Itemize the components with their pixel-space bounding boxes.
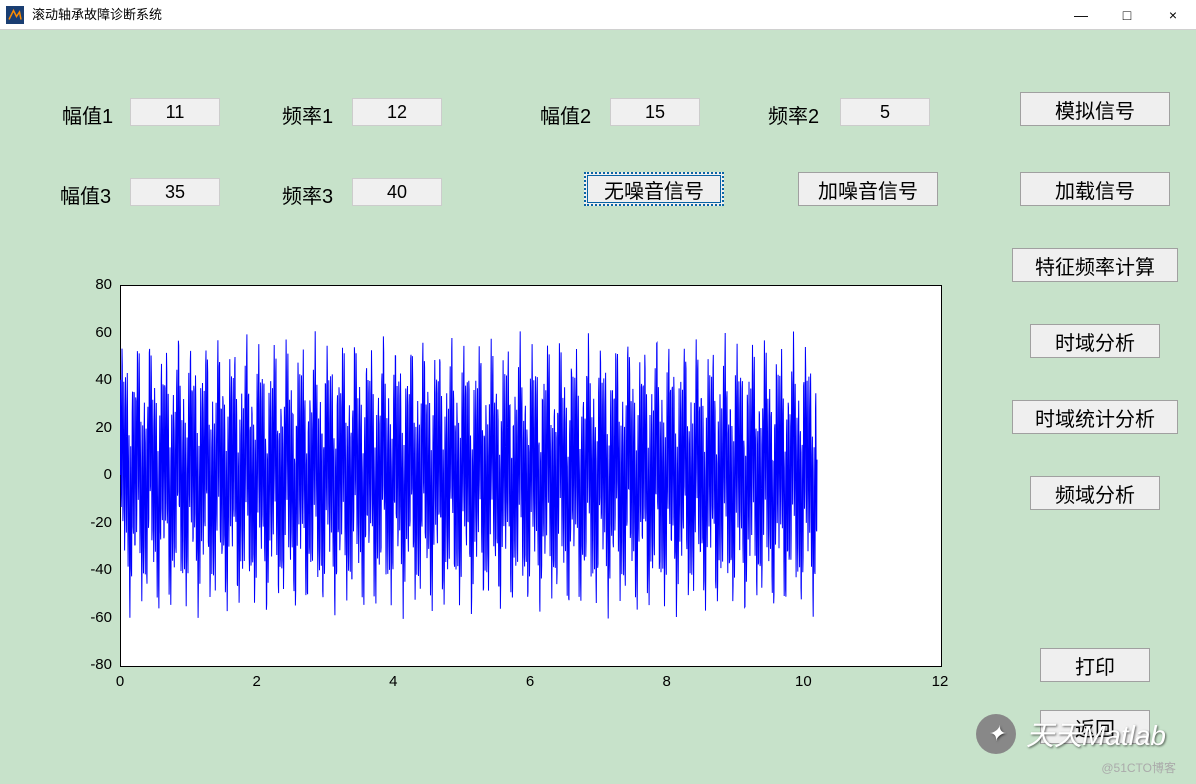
no-noise-button[interactable]: 无噪音信号 <box>584 172 724 206</box>
y-tick: -80 <box>60 656 112 673</box>
x-tick: 4 <box>378 673 408 690</box>
freq3-input[interactable] <box>352 178 442 206</box>
close-button[interactable]: × <box>1150 0 1196 30</box>
footer-watermark: @51CTO博客 <box>1101 759 1176 776</box>
load-button[interactable]: 加载信号 <box>1020 172 1170 206</box>
matlab-icon <box>6 6 24 24</box>
time-analysis-button[interactable]: 时域分析 <box>1030 324 1160 358</box>
add-noise-button[interactable]: 加噪音信号 <box>798 172 938 206</box>
freq1-label: 频率1 <box>282 100 333 129</box>
x-tick: 0 <box>105 673 135 690</box>
freq-analysis-button[interactable]: 频域分析 <box>1030 476 1160 510</box>
print-button[interactable]: 打印 <box>1040 648 1150 682</box>
y-tick: 60 <box>60 324 112 341</box>
minimize-button[interactable]: — <box>1058 0 1104 30</box>
titlebar: 滚动轴承故障诊断系统 — □ × <box>0 0 1196 30</box>
freq2-input[interactable] <box>840 98 930 126</box>
window-controls: — □ × <box>1058 0 1196 29</box>
amp1-input[interactable] <box>130 98 220 126</box>
y-tick: 0 <box>60 466 112 483</box>
time-stats-button[interactable]: 时域统计分析 <box>1012 400 1178 434</box>
y-tick: -60 <box>60 609 112 626</box>
freq2-label: 频率2 <box>768 100 819 129</box>
feature-freq-button[interactable]: 特征频率计算 <box>1012 248 1178 282</box>
amp3-label: 幅值3 <box>60 180 111 209</box>
watermark-text: 天天Matlab <box>1026 714 1166 754</box>
x-tick: 12 <box>925 673 955 690</box>
amp2-input[interactable] <box>610 98 700 126</box>
simulate-button[interactable]: 模拟信号 <box>1020 92 1170 126</box>
wechat-icon: ✦ <box>976 714 1016 754</box>
amp2-label: 幅值2 <box>540 100 591 129</box>
freq3-label: 频率3 <box>282 180 333 209</box>
client-area: 幅值1 频率1 幅值2 频率2 幅值3 频率3 无噪音信号 加噪音信号 模拟信号… <box>0 30 1196 784</box>
x-tick: 6 <box>515 673 545 690</box>
window-title: 滚动轴承故障诊断系统 <box>32 0 162 30</box>
x-tick: 8 <box>652 673 682 690</box>
y-tick: -40 <box>60 561 112 578</box>
y-tick: 20 <box>60 419 112 436</box>
x-tick: 2 <box>242 673 272 690</box>
y-tick: 80 <box>60 276 112 293</box>
y-tick: -20 <box>60 514 112 531</box>
watermark: ✦ 天天Matlab <box>976 714 1166 754</box>
signal-line <box>120 285 940 665</box>
freq1-input[interactable] <box>352 98 442 126</box>
maximize-button[interactable]: □ <box>1104 0 1150 30</box>
axes: -80 -60 -40 -20 0 20 40 60 80 0 2 4 6 8 10 12 <box>60 265 980 710</box>
amp1-label: 幅值1 <box>62 100 113 129</box>
y-tick: 40 <box>60 371 112 388</box>
amp3-input[interactable] <box>130 178 220 206</box>
x-tick: 10 <box>788 673 818 690</box>
